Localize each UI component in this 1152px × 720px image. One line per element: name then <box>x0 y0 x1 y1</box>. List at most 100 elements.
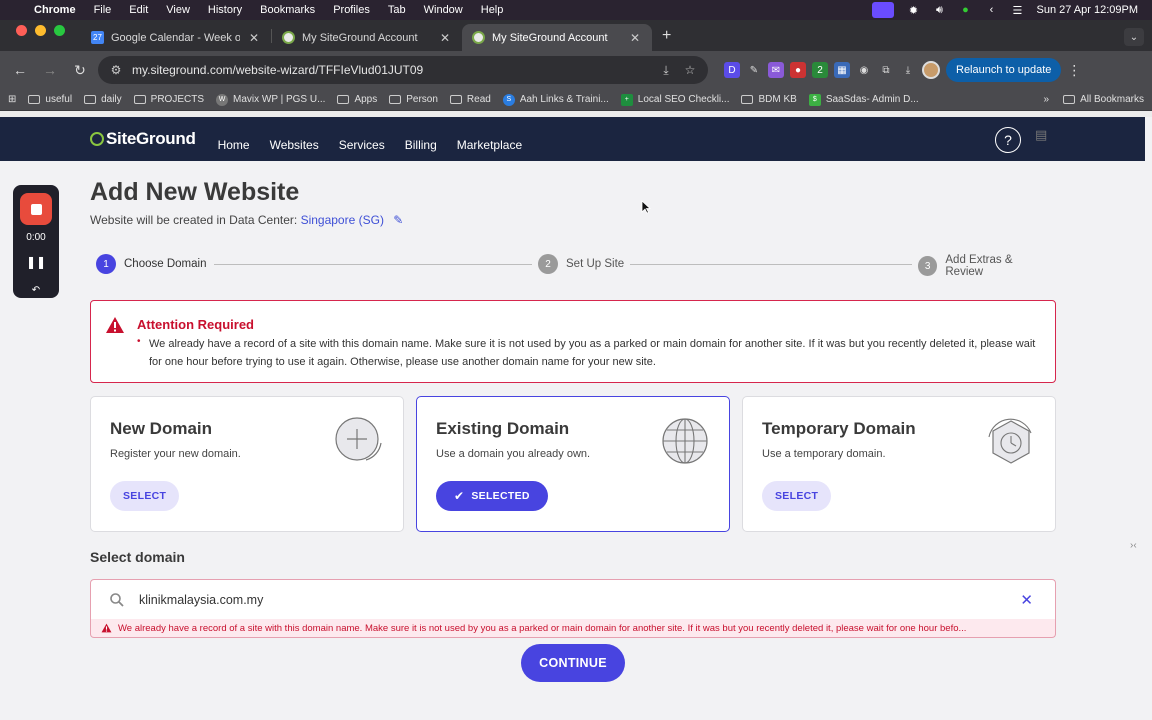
back-icon[interactable]: ← <box>8 58 32 82</box>
bookmarks-bar: ⊞ useful daily PROJECTS W Mavix WP | PGS … <box>0 89 1152 111</box>
more-bookmarks-icon[interactable]: » <box>1044 94 1050 105</box>
select-temporary-domain-button[interactable]: SELECT <box>762 481 832 511</box>
close-window-button[interactable] <box>16 25 27 36</box>
extension-red-icon[interactable]: ● <box>790 62 806 78</box>
stop-recording-button[interactable] <box>20 193 52 225</box>
new-tab-button[interactable]: + <box>652 27 671 51</box>
bookmark-link[interactable]: S Aah Links & Traini... <box>502 93 609 106</box>
bookmark-folder[interactable]: Read <box>449 94 491 105</box>
screen-record-icon[interactable] <box>872 2 895 18</box>
bookmark-label: PROJECTS <box>150 94 204 105</box>
close-tab-icon[interactable]: ✕ <box>628 31 642 45</box>
nav-websites[interactable]: Websites <box>270 138 319 152</box>
siteground-logo[interactable]: SiteGround <box>90 129 196 149</box>
menu-view[interactable]: View <box>157 4 199 16</box>
more-menu-icon[interactable]: ⋮ <box>1067 62 1081 79</box>
menu-bookmarks[interactable]: Bookmarks <box>251 4 324 16</box>
tab-siteground-1[interactable]: My SiteGround Account ✕ <box>272 24 462 51</box>
extension-camera-icon[interactable]: ◉ <box>856 62 872 78</box>
minimize-window-button[interactable] <box>35 25 46 36</box>
saasdas-icon: $ <box>808 93 821 106</box>
reload-icon[interactable]: ↻ <box>68 58 92 82</box>
menu-profiles[interactable]: Profiles <box>324 4 379 16</box>
close-tab-icon[interactable]: ✕ <box>438 31 452 45</box>
bookmark-folder[interactable]: Apps <box>337 94 377 105</box>
clear-input-icon[interactable]: ✕ <box>1020 591 1033 609</box>
globe-icon <box>662 418 708 464</box>
bookmark-folder[interactable]: daily <box>84 94 122 105</box>
bookmark-folder[interactable]: BDM KB <box>741 94 797 105</box>
card-existing-domain[interactable]: Existing Domain Use a domain you already… <box>416 396 730 532</box>
bookmark-label: Apps <box>354 94 378 105</box>
tab-google-calendar[interactable]: 27 Google Calendar - Week of 2 ✕ <box>81 24 271 51</box>
relaunch-button[interactable]: Relaunch to update <box>946 58 1062 82</box>
nav-home[interactable]: Home <box>218 138 250 152</box>
control-center-icon[interactable]: ☰ <box>1010 4 1024 17</box>
extensions-puzzle-icon[interactable]: ⧉ <box>878 62 894 78</box>
close-tab-icon[interactable]: ✕ <box>247 31 261 45</box>
extension-green-icon[interactable]: 2 <box>812 62 828 78</box>
tab-siteground-active[interactable]: My SiteGround Account ✕ <box>462 24 652 51</box>
collapse-arrows-icon[interactable]: ›‹ <box>1130 540 1137 551</box>
menu-history[interactable]: History <box>199 4 251 16</box>
zoom-window-button[interactable] <box>54 25 65 36</box>
vpn-icon[interactable]: ● <box>958 4 972 16</box>
nav-marketplace[interactable]: Marketplace <box>457 138 522 152</box>
url-text[interactable]: my.siteground.com/website-wizard/TFFIeVl… <box>132 63 650 77</box>
domain-input[interactable] <box>139 592 999 607</box>
all-bookmarks-folder[interactable]: All Bookmarks <box>1063 94 1144 105</box>
downloads-icon[interactable]: ⤓ <box>900 62 916 78</box>
bookmark-link[interactable]: $ SaaSdas- Admin D... <box>808 93 919 106</box>
extension-pen-icon[interactable]: ✎ <box>746 62 762 78</box>
select-new-domain-button[interactable]: SELECT <box>110 481 180 511</box>
bookmark-link[interactable]: + Local SEO Checkli... <box>620 93 729 106</box>
bookmark-link[interactable]: W Mavix WP | PGS U... <box>216 93 325 106</box>
selected-existing-domain-button[interactable]: ✔ SELECTED <box>436 481 548 511</box>
menu-help[interactable]: Help <box>472 4 513 16</box>
chevron-left-icon[interactable]: ‹ <box>984 4 998 16</box>
pause-icon[interactable]: ❚❚ <box>13 255 59 269</box>
address-bar[interactable]: ⚙ my.siteground.com/website-wizard/TFFIe… <box>98 56 708 84</box>
domain-search-field[interactable]: ✕ <box>90 579 1056 619</box>
mouse-cursor-icon <box>641 200 651 214</box>
account-icon[interactable]: ▤ <box>1035 127 1053 149</box>
extension-mail-icon[interactable]: ✉ <box>768 62 784 78</box>
card-new-domain[interactable]: New Domain Register your new domain. SEL… <box>90 396 404 532</box>
bookmark-folder[interactable]: useful <box>28 94 72 105</box>
help-icon[interactable]: ? <box>995 127 1021 153</box>
brightness-icon[interactable]: ✹ <box>906 4 920 17</box>
tab-strip: 27 Google Calendar - Week of 2 ✕ My Site… <box>0 20 1152 51</box>
nav-billing[interactable]: Billing <box>405 138 437 152</box>
edit-pencil-icon[interactable]: ✎ <box>393 213 403 227</box>
extension-d-icon[interactable]: D <box>724 62 740 78</box>
bookmark-folder[interactable]: Person <box>389 94 438 105</box>
bookmark-folder[interactable]: PROJECTS <box>133 94 204 105</box>
tab-search-button[interactable]: ⌄ <box>1124 28 1144 46</box>
menu-file[interactable]: File <box>85 4 121 16</box>
button-label: SELECTED <box>471 490 530 502</box>
forward-icon[interactable]: → <box>38 58 62 82</box>
card-title: New Domain <box>110 419 213 438</box>
continue-button[interactable]: CONTINUE <box>521 644 625 682</box>
siteground-icon <box>472 31 485 44</box>
bookmark-star-icon[interactable]: ☆ <box>682 63 698 77</box>
card-temporary-domain[interactable]: Temporary Domain Use a temporary domain.… <box>742 396 1056 532</box>
volume-icon[interactable]: 🔊︎ <box>932 4 946 16</box>
menu-tab[interactable]: Tab <box>379 4 415 16</box>
profile-avatar[interactable] <box>922 61 940 79</box>
nav-services[interactable]: Services <box>339 138 385 152</box>
scrollbar-track[interactable] <box>1145 117 1152 720</box>
apps-grid-icon[interactable]: ⊞ <box>8 94 16 105</box>
extension-grid-icon[interactable]: ▦ <box>834 62 850 78</box>
step-label: Set Up Site <box>566 258 625 270</box>
undo-icon[interactable]: ↶ <box>13 285 59 296</box>
step-connector <box>620 264 920 265</box>
site-info-icon[interactable]: ⚙ <box>108 63 124 77</box>
bookmark-label: BDM KB <box>758 94 797 105</box>
install-app-icon[interactable]: ⤓ <box>658 63 674 78</box>
menubar-clock[interactable]: Sun 27 Apr 12:09PM <box>1036 4 1138 16</box>
menu-app-name[interactable]: Chrome <box>34 4 85 16</box>
menu-edit[interactable]: Edit <box>120 4 157 16</box>
menu-window[interactable]: Window <box>415 4 472 16</box>
data-center-link[interactable]: Singapore (SG) <box>301 213 384 227</box>
